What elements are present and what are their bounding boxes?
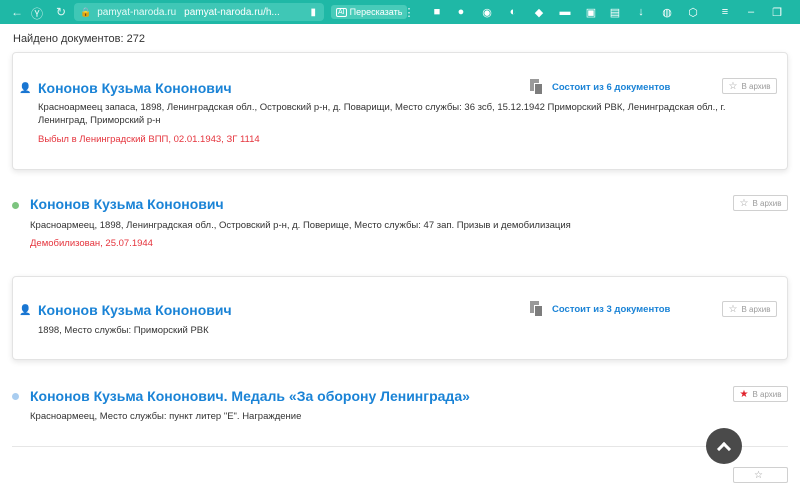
restore-icon[interactable]: ❐: [768, 3, 786, 21]
record-title[interactable]: Кононов Кузьма Кононович: [30, 196, 224, 212]
archive-button[interactable]: ☆ В архив: [733, 195, 788, 211]
record-card: Кононов Кузьма Кононович ☆ В архив Красн…: [12, 188, 788, 258]
person-icon: 👤: [19, 305, 32, 316]
retell-label: Пересказать: [349, 7, 403, 17]
record-status: Демобилизован, 25.07.1944: [30, 238, 153, 249]
extension-icon[interactable]: ⬡: [684, 3, 702, 21]
archive-button[interactable]: ☆ В архив: [722, 301, 777, 317]
record-description: Красноармеец запаса, 1898, Ленинградская…: [38, 102, 726, 126]
record-status: Выбыл в Ленинградский ВПП, 02.01.1943, З…: [38, 134, 260, 145]
archive-label: В архив: [741, 304, 771, 314]
star-icon: ☆: [754, 469, 763, 481]
extension-icon[interactable]: ◍: [658, 3, 676, 21]
minimize-icon[interactable]: –: [742, 3, 760, 21]
back-icon[interactable]: ←: [6, 5, 28, 19]
status-dot: [12, 393, 19, 400]
menu-dots-icon[interactable]: ⋮: [400, 3, 418, 21]
record-title[interactable]: Кононов Кузьма Кононович. Медаль «За обо…: [30, 388, 470, 404]
star-icon: ★: [739, 388, 749, 400]
extension-icon[interactable]: ●: [452, 3, 470, 21]
docs-count-label: Состоит из 6 документов: [552, 81, 671, 93]
hamburger-menu-icon[interactable]: ≡: [716, 3, 734, 21]
extension-icon[interactable]: ◐: [504, 3, 522, 21]
record-description: Красноармеец, Место службы: пункт литер …: [30, 411, 302, 422]
record-card: 👤 Кононов Кузьма Кононович Состоит из 3 …: [12, 276, 788, 360]
record-title[interactable]: Кононов Кузьма Кононович: [38, 80, 232, 96]
ai-badge: AI: [336, 7, 347, 17]
person-icon: 👤: [19, 83, 32, 94]
docs-count-link[interactable]: Состоит из 6 документов: [530, 79, 670, 95]
docs-count-link[interactable]: Состоит из 3 документов: [530, 301, 670, 317]
record-description: Красноармеец, 1898, Ленинградская обл., …: [30, 220, 571, 231]
extension-icon[interactable]: ▬: [556, 3, 574, 21]
bookmark-icon[interactable]: ▮: [310, 7, 316, 18]
extension-icon[interactable]: ▤: [606, 3, 624, 21]
star-icon: ☆: [739, 197, 749, 209]
results-count: Найдено документов: 272: [13, 33, 145, 45]
lock-icon: 🔒: [80, 6, 92, 17]
status-dot: [12, 202, 19, 209]
star-icon: ☆: [728, 303, 738, 315]
chevron-up-icon: [716, 441, 732, 456]
download-icon[interactable]: ↓: [632, 3, 650, 21]
archive-label: В архив: [741, 81, 771, 91]
archive-label: В архив: [752, 198, 782, 208]
retell-button[interactable]: AI Пересказать: [331, 5, 408, 19]
browser-toolbar: ← Ⓨ ↻ 🔒 pamyat-naroda.ru pamyat-naroda.r…: [0, 0, 800, 24]
archive-button[interactable]: ★ В архив: [733, 386, 788, 402]
reload-icon[interactable]: ↻: [50, 5, 72, 19]
extension-icon[interactable]: ■: [428, 3, 446, 21]
archive-button[interactable]: ☆: [733, 467, 788, 483]
record-card: 👤 Кононов Кузьма Кононович Состоит из 6 …: [12, 52, 788, 170]
address-url: pamyat-naroda.ru/h...: [184, 6, 280, 18]
divider: [12, 446, 788, 447]
scroll-to-top-button[interactable]: [706, 428, 742, 464]
yandex-icon[interactable]: Ⓨ: [26, 5, 48, 22]
record-card: Кононов Кузьма Кононович. Медаль «За обо…: [12, 378, 788, 438]
docs-count-label: Состоит из 3 документов: [552, 303, 671, 315]
record-title[interactable]: Кононов Кузьма Кононович: [38, 302, 232, 318]
archive-label: В архив: [752, 389, 782, 399]
record-description: 1898, Место службы: Приморский РВК: [38, 325, 209, 336]
extension-icon[interactable]: ◉: [478, 3, 496, 21]
archive-button[interactable]: ☆ В архив: [722, 78, 777, 94]
star-icon: ☆: [728, 80, 738, 92]
extension-icon[interactable]: ◆: [530, 3, 548, 21]
address-bar[interactable]: 🔒 pamyat-naroda.ru pamyat-naroda.ru/h...…: [74, 3, 324, 21]
documents-icon: [530, 79, 544, 95]
extension-icon[interactable]: ▣: [582, 3, 600, 21]
address-domain: pamyat-naroda.ru: [97, 6, 177, 18]
documents-icon: [530, 301, 544, 317]
